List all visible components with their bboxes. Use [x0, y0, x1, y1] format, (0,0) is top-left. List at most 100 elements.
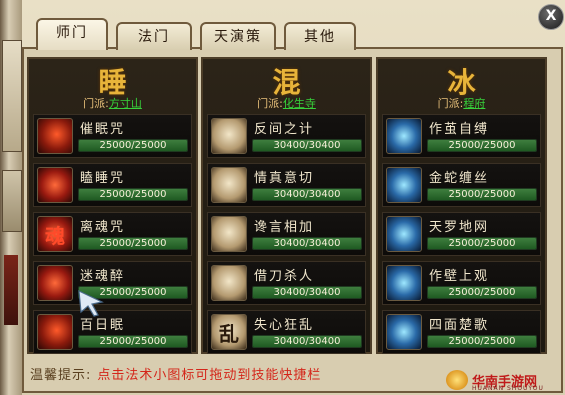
watermark-logo: 华南手游网 HUANAN SHOUYOU — [440, 368, 560, 392]
skill-name: 催眠咒 — [80, 122, 126, 137]
skill-proficiency-bar: 30400/30400 — [252, 237, 362, 250]
skill-item[interactable]: 作壁上观 25000/25000 — [382, 261, 541, 305]
skill-proficiency-bar: 25000/25000 — [427, 139, 537, 152]
proficiency-value: 25000/25000 — [99, 189, 167, 200]
proficiency-value: 30400/30400 — [273, 336, 341, 347]
scroll-plate — [2, 40, 22, 152]
proficiency-value: 30400/30400 — [273, 140, 341, 151]
net-icon[interactable] — [386, 216, 422, 252]
proficiency-value: 25000/25000 — [448, 189, 516, 200]
skill-item[interactable]: 谗言相加 30400/30400 — [207, 212, 366, 256]
skill-proficiency-bar: 25000/25000 — [427, 237, 537, 250]
skill-name: 四面楚歌 — [429, 318, 490, 333]
proficiency-value: 30400/30400 — [273, 287, 341, 298]
chaos-glyph-icon[interactable]: 乱 — [211, 314, 247, 350]
skill-name: 作壁上观 — [429, 269, 490, 284]
skill-name: 离魂咒 — [80, 220, 126, 235]
skill-proficiency-bar: 25000/25000 — [78, 139, 188, 152]
skill-name: 天罗地网 — [429, 220, 490, 235]
hint-message: 点击法术小图标可拖动到技能快捷栏 — [97, 368, 322, 383]
skill-proficiency-bar: 25000/25000 — [78, 335, 188, 348]
skill-item[interactable]: 借刀杀人 30400/30400 — [207, 261, 366, 305]
serpent-icon[interactable] — [386, 167, 422, 203]
sect-info: 门派:程府 — [378, 95, 545, 111]
skill-item[interactable]: 反间之计 30400/30400 — [207, 114, 366, 158]
skill-proficiency-bar: 25000/25000 — [427, 286, 537, 299]
proficiency-value: 25000/25000 — [99, 140, 167, 151]
skill-proficiency-bar: 30400/30400 — [252, 335, 362, 348]
watermark-subtext: HUANAN SHOUYOU — [472, 385, 544, 392]
hint-label: 温馨提示: — [30, 368, 92, 383]
column-header: 混门派:化生寺 — [203, 59, 370, 110]
skill-proficiency-bar: 30400/30400 — [252, 188, 362, 201]
skill-proficiency-bar: 25000/25000 — [78, 237, 188, 250]
siege-icon[interactable] — [386, 314, 422, 350]
sect-info: 门派:化生寺 — [203, 95, 370, 111]
proficiency-value: 25000/25000 — [448, 336, 516, 347]
skill-name: 失心狂乱 — [254, 318, 315, 333]
soul-glyph-icon[interactable]: 魂 — [37, 216, 73, 252]
mask-icon[interactable] — [211, 118, 247, 154]
skill-column-2: 混门派:化生寺 反间之计 30400/30400 情真意切 30400/30400 谗言相… — [201, 57, 372, 354]
skill-proficiency-bar: 30400/30400 — [252, 286, 362, 299]
spiral-icon[interactable] — [37, 265, 73, 301]
skill-item[interactable]: 乱失心狂乱 30400/30400 — [207, 310, 366, 354]
skill-item[interactable]: 百日眠 25000/25000 — [33, 310, 192, 354]
tab-tianyance[interactable]: 天演策 — [200, 22, 276, 50]
sect-info: 门派:方寸山 — [29, 95, 196, 111]
skill-proficiency-bar: 30400/30400 — [252, 139, 362, 152]
proficiency-value: 30400/30400 — [273, 189, 341, 200]
proficiency-value: 25000/25000 — [99, 336, 167, 347]
skill-item[interactable]: 情真意切 30400/30400 — [207, 163, 366, 207]
skill-name: 谗言相加 — [254, 220, 315, 235]
proficiency-value: 30400/30400 — [273, 238, 341, 249]
mouse-pointer-icon — [78, 290, 104, 317]
column-header: 睡门派:方寸山 — [29, 59, 196, 110]
sect-label: 门派: — [83, 97, 109, 110]
proficiency-value: 25000/25000 — [99, 238, 167, 249]
skill-item[interactable]: 瞌睡咒 25000/25000 — [33, 163, 192, 207]
embrace-icon[interactable] — [211, 167, 247, 203]
proficiency-value: 25000/25000 — [448, 238, 516, 249]
close-button[interactable]: X — [538, 4, 564, 30]
sect-label: 门派: — [257, 97, 283, 110]
sect-link[interactable]: 化生寺 — [283, 97, 316, 110]
skill-column-1: 睡门派:方寸山催眠咒 25000/25000 瞌睡咒 25000/25000 魂离魂咒 2… — [27, 57, 198, 354]
blade-icon[interactable] — [211, 265, 247, 301]
skill-item[interactable]: 迷魂醉 25000/25000 — [33, 261, 192, 305]
fire-swirl-icon[interactable] — [37, 118, 73, 154]
skill-name: 金蛇缠丝 — [429, 171, 490, 186]
wall-icon[interactable] — [386, 265, 422, 301]
skill-name: 迷魂醉 — [80, 269, 126, 284]
skill-proficiency-bar: 25000/25000 — [427, 188, 537, 201]
scroll-tassel — [4, 255, 18, 325]
cocoon-icon[interactable] — [386, 118, 422, 154]
skill-item[interactable]: 金蛇缠丝 25000/25000 — [382, 163, 541, 207]
proficiency-value: 25000/25000 — [448, 140, 516, 151]
sect-link[interactable]: 方寸山 — [109, 97, 142, 110]
tab-shimen[interactable]: 师门 — [36, 18, 108, 50]
skill-proficiency-bar: 25000/25000 — [427, 335, 537, 348]
hint-bar: 温馨提示: 点击法术小图标可拖动到技能快捷栏 — [30, 364, 321, 383]
skill-column-3: 冰门派:程府 作茧自缚 25000/25000 金蛇缠丝 25000/25000 天罗地网… — [376, 57, 547, 354]
skill-name: 情真意切 — [254, 171, 315, 186]
skill-name: 瞌睡咒 — [80, 171, 126, 186]
tab-famen[interactable]: 法门 — [116, 22, 192, 50]
red-orb-icon[interactable] — [37, 314, 73, 350]
skill-name: 反间之计 — [254, 122, 315, 137]
skill-proficiency-bar: 25000/25000 — [78, 188, 188, 201]
tab-other[interactable]: 其他 — [284, 22, 356, 50]
sect-link[interactable]: 程府 — [463, 97, 485, 110]
skill-item[interactable]: 魂离魂咒 25000/25000 — [33, 212, 192, 256]
skill-item[interactable]: 天罗地网 25000/25000 — [382, 212, 541, 256]
whisper-icon[interactable] — [211, 216, 247, 252]
proficiency-value: 25000/25000 — [448, 287, 516, 298]
skill-item[interactable]: 催眠咒 25000/25000 — [33, 114, 192, 158]
skill-name: 作茧自缚 — [429, 122, 490, 137]
skill-item[interactable]: 作茧自缚 25000/25000 — [382, 114, 541, 158]
skill-item[interactable]: 四面楚歌 25000/25000 — [382, 310, 541, 354]
sleep-spell-icon[interactable] — [37, 167, 73, 203]
left-scroll-decoration — [0, 0, 22, 395]
watermark-mark-icon — [446, 370, 468, 390]
scroll-plate-lower — [2, 170, 22, 232]
